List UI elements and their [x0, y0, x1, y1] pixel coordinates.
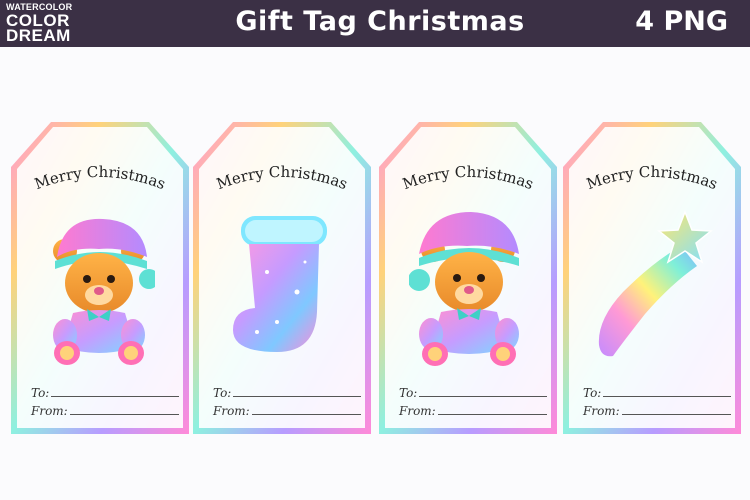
from-label: From:	[31, 404, 68, 418]
from-label: From:	[399, 404, 436, 418]
to-line	[51, 396, 179, 397]
page-title: Gift Tag Christmas	[235, 6, 525, 37]
to-label: To:	[31, 386, 50, 400]
brand-logo: WATERCOLOR COLOR DREAM	[6, 3, 76, 45]
greeting-text: Merry Christmas	[400, 163, 536, 193]
to-label: To:	[213, 386, 232, 400]
logo-line-3: DREAM	[6, 26, 71, 45]
to-from-section: To: From:	[213, 382, 361, 418]
from-line	[69, 414, 179, 415]
stocking-icon	[233, 216, 327, 352]
gift-tag-2: Merry Christmas To: From:	[193, 122, 371, 434]
to-line	[603, 396, 731, 397]
teddy-bear-icon	[409, 212, 519, 366]
gift-tag-3: Merry Christmas To: From:	[379, 122, 557, 434]
shooting-star-icon	[598, 210, 714, 357]
greeting-text: Merry Christmas	[32, 163, 168, 193]
header-bar: WATERCOLOR COLOR DREAM Gift Tag Christma…	[0, 0, 750, 47]
png-count: 4 PNG	[635, 6, 728, 37]
to-from-section: To: From:	[31, 382, 179, 418]
to-label: To:	[399, 386, 418, 400]
from-line	[621, 414, 731, 415]
from-label: From:	[583, 404, 620, 418]
to-line	[233, 396, 361, 397]
gift-tag-1: Merry Christmas To: From:	[11, 122, 189, 434]
from-line	[251, 414, 361, 415]
from-line	[437, 414, 547, 415]
to-line	[419, 396, 547, 397]
gift-tag-4: Merry Christmas To: From:	[563, 122, 741, 434]
to-from-section: To: From:	[583, 382, 731, 418]
greeting-text: Merry Christmas	[584, 163, 720, 193]
to-from-section: To: From:	[399, 382, 547, 418]
from-label: From:	[213, 404, 250, 418]
to-label: To:	[583, 386, 602, 400]
teddy-bear-icon	[53, 218, 155, 365]
greeting-text: Merry Christmas	[214, 163, 350, 193]
